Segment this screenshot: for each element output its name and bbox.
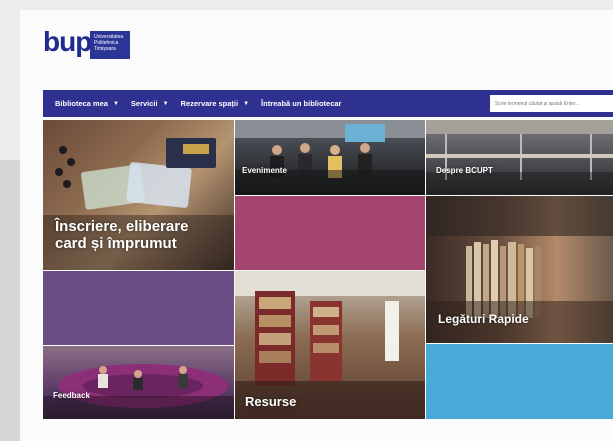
tile-evenimente[interactable]: Evenimente — [235, 120, 425, 195]
nav-intreaba-bibliotecar[interactable]: Întreabă un bibliotecar — [261, 99, 341, 108]
tile-feedback[interactable]: Feedback — [43, 346, 234, 419]
nav-label: Servicii — [130, 99, 158, 108]
nav-biblioteca-mea[interactable]: Biblioteca mea ▼ — [55, 99, 119, 108]
caret-down-icon: ▼ — [243, 100, 250, 107]
tile-despre[interactable]: Despre BCUPT — [426, 120, 613, 195]
website-page: bup Universitatea Politehnica Timișoara … — [20, 10, 613, 441]
nav-servicii[interactable]: Servicii ▼ — [131, 99, 169, 108]
search-input[interactable] — [490, 95, 613, 112]
tile-title: Evenimente — [242, 166, 287, 175]
nav-rezervare-spatii[interactable]: Rezervare spații ▼ — [181, 99, 250, 108]
event-photo — [235, 120, 425, 195]
nav-label: Întreabă un bibliotecar — [261, 99, 342, 108]
tile-magenta-block — [235, 196, 425, 270]
tile-purple-block — [43, 271, 234, 345]
library-interior-photo — [426, 120, 613, 195]
tile-resurse[interactable]: Resurse — [235, 271, 425, 419]
nav-label: Rezervare spații — [180, 99, 239, 108]
logo-text: bup — [43, 26, 92, 57]
tile-inscriere[interactable]: Înscriere, eliberare card și împrumut — [43, 120, 234, 270]
tile-title: Feedback — [53, 391, 90, 400]
tile-title: Resurse — [245, 394, 297, 409]
caret-down-icon: ▼ — [112, 100, 119, 107]
logo-line: Timișoara — [94, 46, 116, 52]
nav-label: Biblioteca mea — [55, 99, 108, 108]
tile-title: Despre BCUPT — [436, 166, 493, 175]
tile-title: Legături Rapide — [438, 312, 529, 326]
caret-down-icon: ▼ — [162, 100, 169, 107]
lounge-photo — [43, 364, 234, 419]
tile-title: Înscriere, eliberare card și împrumut — [55, 218, 189, 252]
logo-flag: Universitatea Politehnica Timișoara — [90, 31, 130, 59]
tile-legaturi-rapide[interactable]: Legături Rapide — [426, 196, 613, 343]
main-navigation: Biblioteca mea ▼ Servicii ▼ Rezervare sp… — [43, 90, 613, 117]
tile-blue-block — [426, 344, 613, 419]
